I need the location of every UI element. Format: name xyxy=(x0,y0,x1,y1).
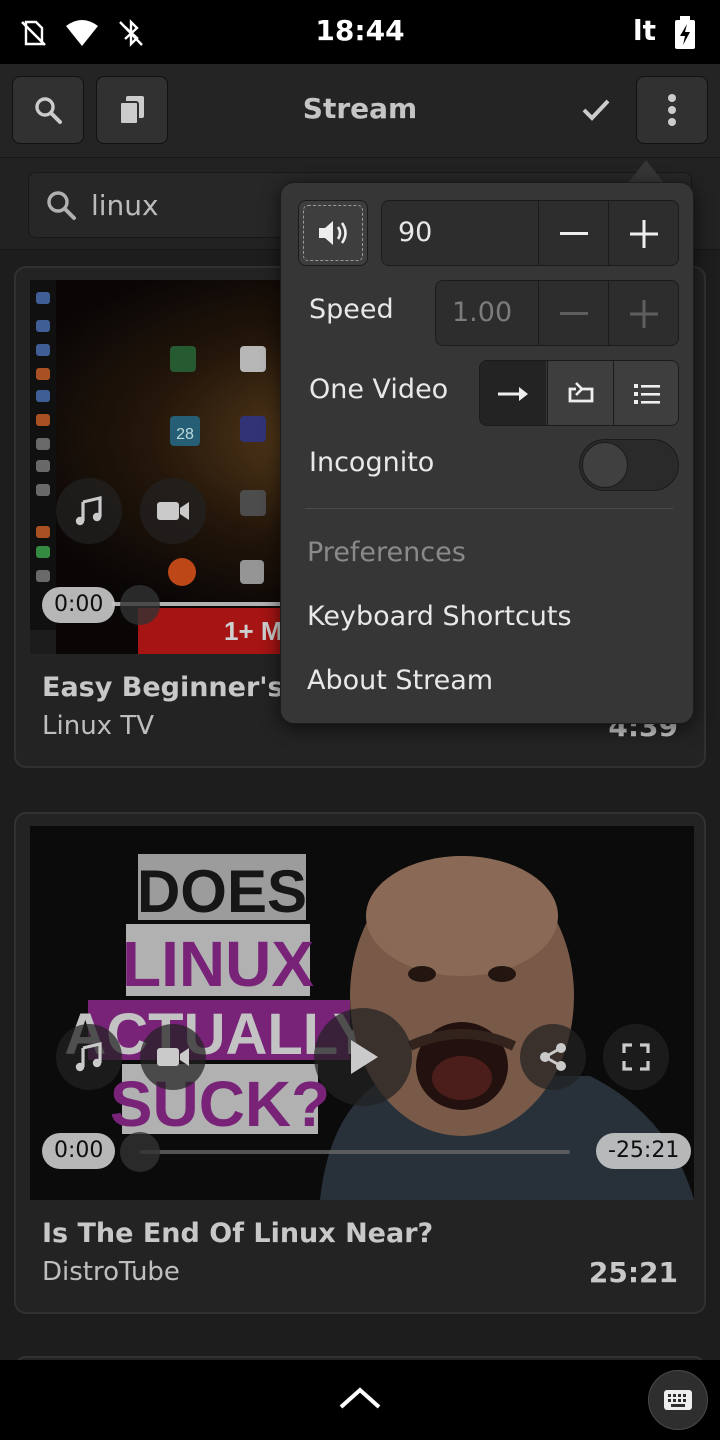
playback-mode-label: One Video xyxy=(309,374,449,405)
keyboard-icon xyxy=(664,1390,692,1410)
speed-spinbutton: 1.00 xyxy=(435,280,679,346)
list-icon xyxy=(633,384,660,404)
volume-value: 90 xyxy=(398,217,433,248)
clock: 18:44 xyxy=(315,14,405,47)
speed-value: 1.00 xyxy=(452,297,513,328)
status-bar: 18:44 lt xyxy=(0,0,720,64)
switch-knob xyxy=(582,442,628,488)
mode-one-video-button[interactable] xyxy=(480,361,546,425)
main-menu-popover: 90 Speed 1.00 One Video Incognito Prefer… xyxy=(280,182,694,724)
menu-item-preferences: Preferences xyxy=(307,537,466,568)
speed-increase-button xyxy=(608,281,678,345)
popover-arrow xyxy=(628,160,664,183)
keyboard-button[interactable] xyxy=(648,1370,708,1430)
volume-spinbutton[interactable]: 90 xyxy=(381,200,679,266)
incognito-label: Incognito xyxy=(309,447,435,478)
repeat-icon xyxy=(568,382,593,403)
menu-item-keyboard-shortcuts[interactable]: Keyboard Shortcuts xyxy=(307,601,572,632)
mode-playlist-button[interactable] xyxy=(613,361,678,425)
speed-decrease-button xyxy=(538,281,608,345)
bottom-bar xyxy=(0,1360,720,1440)
mute-button[interactable] xyxy=(298,200,368,266)
mode-repeat-button[interactable] xyxy=(547,361,613,425)
speed-label: Speed xyxy=(309,294,394,325)
playback-mode-group xyxy=(479,360,679,426)
speaker-icon xyxy=(319,221,347,245)
plus-icon xyxy=(629,300,658,328)
carrier-label: lt xyxy=(633,14,656,47)
menu-separator xyxy=(305,508,673,509)
volume-decrease-button[interactable] xyxy=(538,201,608,265)
menu-item-about[interactable]: About Stream xyxy=(307,665,493,696)
minus-icon xyxy=(559,312,588,315)
battery-charging-icon xyxy=(675,16,695,49)
plus-icon xyxy=(629,220,658,248)
arrow-right-icon xyxy=(498,387,528,401)
volume-increase-button[interactable] xyxy=(608,201,678,265)
chevron-up-icon[interactable] xyxy=(338,1386,382,1410)
incognito-switch[interactable] xyxy=(579,439,679,491)
minus-icon xyxy=(559,232,588,235)
